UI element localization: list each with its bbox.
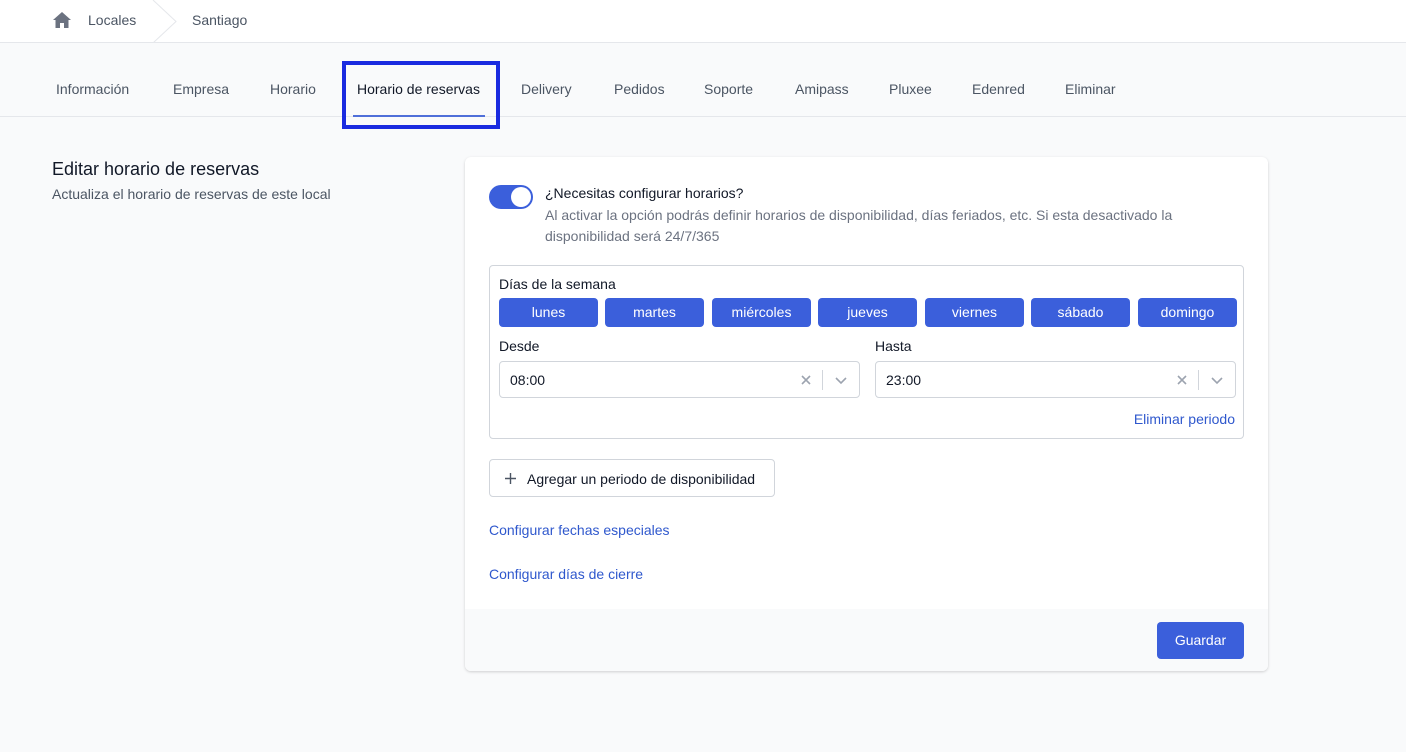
tab-amipass[interactable]: Amipass — [795, 81, 849, 97]
day-button-viernes[interactable]: viernes — [925, 298, 1024, 327]
clear-icon[interactable] — [1175, 373, 1189, 387]
remove-period-link[interactable]: Eliminar periodo — [1134, 411, 1235, 427]
select-divider — [822, 370, 823, 390]
page-subtitle: Actualiza el horario de reservas de este… — [52, 186, 331, 202]
tab-empresa[interactable]: Empresa — [173, 81, 229, 97]
save-button[interactable]: Guardar — [1157, 622, 1244, 659]
availability-period: Días de la semana lunes martes miércoles… — [489, 265, 1244, 439]
chevron-down-icon[interactable] — [1210, 373, 1224, 387]
day-button-sabado[interactable]: sábado — [1031, 298, 1130, 327]
clear-icon[interactable] — [799, 373, 813, 387]
day-button-lunes[interactable]: lunes — [499, 298, 598, 327]
day-button-domingo[interactable]: domingo — [1138, 298, 1237, 327]
from-select-value: 08:00 — [510, 372, 546, 388]
configure-schedule-toggle[interactable] — [489, 185, 533, 209]
select-divider — [1198, 370, 1199, 390]
page-title: Editar horario de reservas — [52, 159, 260, 179]
add-period-label: Agregar un periodo de disponibilidad — [527, 471, 756, 487]
day-button-martes[interactable]: martes — [605, 298, 704, 327]
breadcrumb-item-santiago[interactable]: Santiago — [192, 12, 247, 28]
tab-delivery[interactable]: Delivery — [521, 81, 572, 97]
tab-pluxee[interactable]: Pluxee — [889, 81, 932, 97]
plus-icon — [504, 472, 517, 485]
tab-edenred[interactable]: Edenred — [972, 81, 1025, 97]
day-button-jueves[interactable]: jueves — [818, 298, 917, 327]
tab-soporte[interactable]: Soporte — [704, 81, 753, 97]
breadcrumb: Locales Santiago — [0, 0, 1406, 44]
from-label: Desde — [499, 338, 540, 354]
to-select-value: 23:00 — [886, 372, 922, 388]
highlight-box — [342, 61, 500, 129]
closing-days-link[interactable]: Configurar días de cierre — [489, 566, 643, 582]
home-icon[interactable] — [52, 11, 72, 29]
tab-horario[interactable]: Horario — [270, 81, 316, 97]
tab-bar: Información Empresa Horario Horario de r… — [0, 43, 1406, 117]
add-period-button[interactable]: Agregar un periodo de disponibilidad — [489, 459, 775, 497]
tab-eliminar[interactable]: Eliminar — [1065, 81, 1116, 97]
day-button-miercoles[interactable]: miércoles — [712, 298, 811, 327]
breadcrumb-separator — [152, 0, 178, 44]
toggle-description: Al activar la opción podrás definir hora… — [545, 207, 1173, 244]
breadcrumb-item-locales[interactable]: Locales — [88, 12, 136, 28]
reservation-schedule-card: ¿Necesitas configurar horarios? Al activ… — [465, 157, 1268, 671]
toggle-title: ¿Necesitas configurar horarios? — [545, 185, 744, 201]
special-dates-link[interactable]: Configurar fechas especiales — [489, 522, 670, 538]
toggle-knob — [511, 187, 531, 207]
days-label: Días de la semana — [499, 276, 616, 292]
to-select[interactable]: 23:00 — [875, 361, 1236, 398]
from-select[interactable]: 08:00 — [499, 361, 860, 398]
tab-pedidos[interactable]: Pedidos — [614, 81, 665, 97]
card-footer: Guardar — [465, 609, 1268, 671]
to-label: Hasta — [875, 338, 912, 354]
chevron-down-icon[interactable] — [834, 373, 848, 387]
tab-informacion[interactable]: Información — [56, 81, 129, 97]
